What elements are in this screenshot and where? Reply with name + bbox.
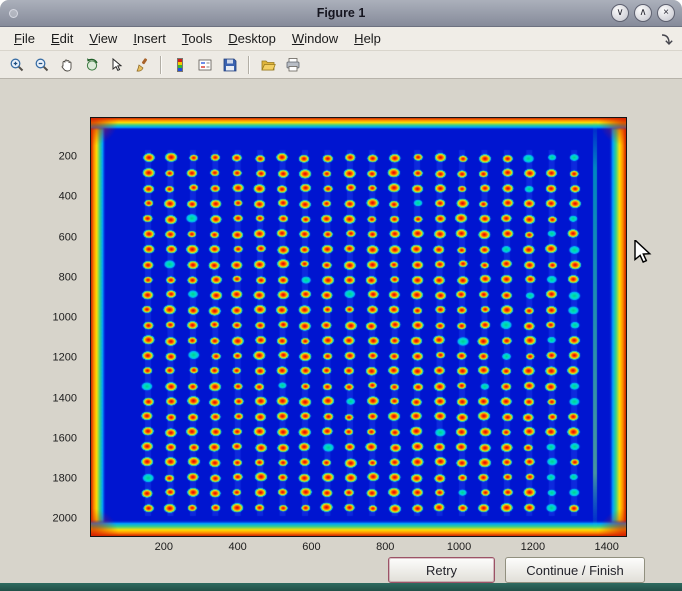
y-tick-label: 2000: [53, 513, 77, 525]
menu-item-help[interactable]: Help: [346, 28, 389, 49]
zoom-out-icon[interactable]: [31, 54, 53, 76]
window-controls: ∨ ∧ ×: [611, 4, 675, 22]
x-axis-labels: 200 400 600 800 1000 1200 1400: [90, 541, 627, 555]
x-tick-label: 800: [376, 541, 394, 553]
menu-bar: FileEditViewInsertToolsDesktopWindowHelp: [0, 27, 682, 51]
window-close-button[interactable]: ×: [657, 4, 675, 22]
legend-icon[interactable]: [194, 54, 216, 76]
axes-area: [90, 117, 627, 537]
y-tick-label: 1400: [53, 392, 77, 404]
heatmap-canvas[interactable]: [91, 118, 626, 536]
rotate-3d-icon[interactable]: [81, 54, 103, 76]
y-tick-label: 1600: [53, 432, 77, 444]
menu-item-window[interactable]: Window: [284, 28, 346, 49]
save-icon[interactable]: [219, 54, 241, 76]
figure-toolbar: [0, 51, 682, 79]
colorbar-icon[interactable]: [169, 54, 191, 76]
undock-arrow-icon[interactable]: [660, 32, 674, 46]
menu-item-edit[interactable]: Edit: [43, 28, 81, 49]
menu-item-tools[interactable]: Tools: [174, 28, 220, 49]
menu-item-insert[interactable]: Insert: [125, 28, 174, 49]
print-icon[interactable]: [282, 54, 304, 76]
figure-window: Figure 1 ∨ ∧ × FileEditViewInsertToolsDe…: [0, 0, 682, 591]
menu-item-desktop[interactable]: Desktop: [220, 28, 284, 49]
y-tick-label: 200: [59, 151, 77, 163]
figure-canvas-area: 200 400 600 800 1000 1200 1400 1600 1800 2000 200…: [0, 79, 682, 583]
y-tick-label: 1000: [53, 312, 77, 324]
data-cursor-icon[interactable]: [106, 54, 128, 76]
y-tick-label: 1800: [53, 472, 77, 484]
menu-bar-items: FileEditViewInsertToolsDesktopWindowHelp: [6, 27, 389, 50]
pan-icon[interactable]: [56, 54, 78, 76]
window-maximize-button[interactable]: ∧: [634, 4, 652, 22]
bottom-edge-strip: [0, 583, 682, 591]
retry-button[interactable]: Retry: [388, 557, 495, 583]
x-tick-label: 1000: [447, 541, 471, 553]
y-tick-label: 600: [59, 231, 77, 243]
menu-item-view[interactable]: View: [81, 28, 125, 49]
mouse-cursor: [633, 240, 653, 264]
y-tick-label: 400: [59, 191, 77, 203]
y-tick-label: 1200: [53, 352, 77, 364]
y-axis-labels: 200 400 600 800 1000 1200 1400 1600 1800 2000: [0, 117, 84, 537]
toolbar-separator: [160, 56, 162, 74]
x-tick-label: 200: [155, 541, 173, 553]
window-shade-button[interactable]: ∨: [611, 4, 629, 22]
x-tick-label: 1200: [521, 541, 545, 553]
menu-item-file[interactable]: File: [6, 28, 43, 49]
window-title: Figure 1: [0, 6, 682, 20]
open-icon[interactable]: [257, 54, 279, 76]
y-tick-label: 800: [59, 271, 77, 283]
zoom-in-icon[interactable]: [6, 54, 28, 76]
brush-icon[interactable]: [131, 54, 153, 76]
toolbar-separator: [248, 56, 250, 74]
x-tick-label: 1400: [594, 541, 618, 553]
continue-finish-button[interactable]: Continue / Finish: [505, 557, 645, 583]
x-tick-label: 600: [302, 541, 320, 553]
x-tick-label: 400: [228, 541, 246, 553]
title-bar[interactable]: Figure 1 ∨ ∧ ×: [0, 0, 682, 27]
